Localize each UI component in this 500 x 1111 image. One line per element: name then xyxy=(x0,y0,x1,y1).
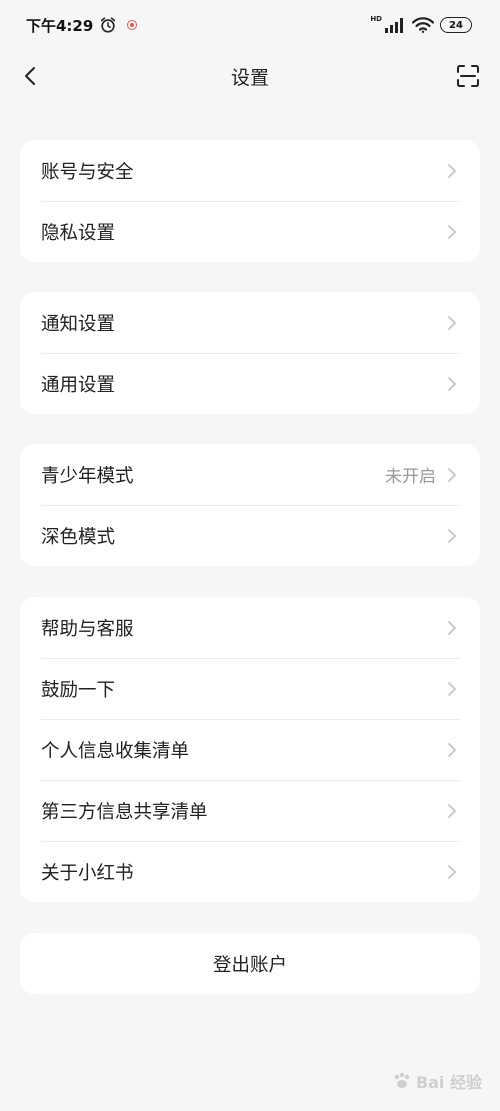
page-title: 设置 xyxy=(230,66,269,89)
recording-indicator-icon xyxy=(127,20,138,30)
settings-item-account-security[interactable]: 账号与安全 xyxy=(20,140,480,201)
logout-button[interactable]: 登出账户 xyxy=(20,933,480,994)
signal-icon xyxy=(385,18,403,33)
chevron-right-icon xyxy=(448,224,456,239)
settings-item-label: 个人信息收集清单 xyxy=(41,740,190,762)
back-button[interactable] xyxy=(16,62,44,90)
teen-mode-status: 未开启 xyxy=(385,467,436,487)
settings-item-notifications[interactable]: 通知设置 xyxy=(20,292,480,353)
settings-item-label: 帮助与客服 xyxy=(41,618,134,640)
scan-button[interactable] xyxy=(454,62,482,90)
settings-item-teen-mode[interactable]: 青少年模式 未开启 xyxy=(20,444,480,505)
chevron-right-icon xyxy=(448,528,456,543)
status-left: 下午4:29 xyxy=(26,15,138,36)
scan-icon xyxy=(457,65,479,87)
settings-group-modes: 青少年模式 未开启 深色模式 xyxy=(20,444,480,566)
paw-icon xyxy=(394,1072,410,1088)
settings-item-label: 隐私设置 xyxy=(41,222,116,244)
watermark: Bai 经验 xyxy=(392,1069,482,1093)
settings-item-label: 账号与安全 xyxy=(41,161,134,183)
chevron-right-icon xyxy=(448,620,456,635)
settings-item-help-support[interactable]: 帮助与客服 xyxy=(20,597,480,658)
status-time: 下午4:29 xyxy=(26,16,94,35)
chevron-right-icon xyxy=(448,467,456,482)
logout-label: 登出账户 xyxy=(212,954,287,976)
settings-item-label: 青少年模式 xyxy=(41,465,134,487)
chevron-right-icon xyxy=(448,681,456,696)
settings-item-label: 深色模式 xyxy=(41,526,116,548)
settings-item-dark-mode[interactable]: 深色模式 xyxy=(20,505,480,566)
settings-group-account: 账号与安全 隐私设置 xyxy=(20,140,480,262)
status-bar: 下午4:29 HD 24 xyxy=(0,0,500,50)
settings-item-label: 鼓励一下 xyxy=(41,679,116,701)
watermark-text: Bai 经验 xyxy=(415,1073,482,1092)
chevron-right-icon xyxy=(448,163,456,178)
settings-group-about: 帮助与客服 鼓励一下 个人信息收集清单 第三方信息共享清单 关于小红书 xyxy=(20,597,480,902)
chevron-right-icon xyxy=(448,803,456,818)
chevron-left-icon xyxy=(25,67,35,85)
settings-group-general: 通知设置 通用设置 xyxy=(20,292,480,414)
settings-item-label: 关于小红书 xyxy=(41,862,134,884)
settings-item-third-party-list[interactable]: 第三方信息共享清单 xyxy=(20,780,480,841)
settings-item-privacy[interactable]: 隐私设置 xyxy=(20,201,480,262)
battery-indicator: 24 xyxy=(440,17,472,33)
chevron-right-icon xyxy=(448,315,456,330)
alarm-clock-icon xyxy=(101,17,116,33)
settings-item-personal-info-list[interactable]: 个人信息收集清单 xyxy=(20,719,480,780)
chevron-right-icon xyxy=(448,864,456,879)
status-right: HD 24 xyxy=(370,15,472,33)
chevron-right-icon xyxy=(448,742,456,757)
settings-item-label: 第三方信息共享清单 xyxy=(41,801,208,823)
settings-item-about[interactable]: 关于小红书 xyxy=(20,841,480,902)
settings-item-general[interactable]: 通用设置 xyxy=(20,353,480,414)
settings-item-label: 通用设置 xyxy=(41,374,116,396)
wifi-icon xyxy=(412,17,434,33)
settings-item-encourage[interactable]: 鼓励一下 xyxy=(20,658,480,719)
nav-bar: 设置 xyxy=(0,50,500,102)
chevron-right-icon xyxy=(448,376,456,391)
hd-label: HD xyxy=(370,15,382,23)
settings-item-label: 通知设置 xyxy=(41,313,116,335)
